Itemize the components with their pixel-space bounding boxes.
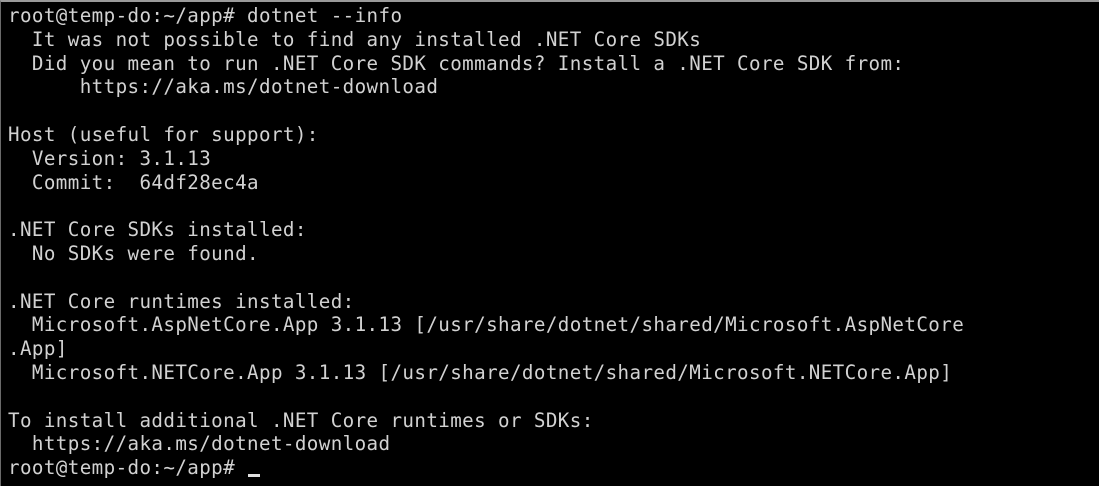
terminal-line: Microsoft.NETCore.App 3.1.13 [/usr/share… — [8, 360, 953, 384]
terminal-line: Version: 3.1.13 — [8, 146, 212, 170]
terminal-line: https://aka.ms/dotnet-download — [8, 432, 391, 456]
terminal-line: To install additional .NET Core runtimes… — [8, 408, 594, 432]
terminal-window[interactable]: root@temp-do:~/app# dotnet --info It was… — [0, 0, 1099, 486]
text-cursor — [248, 474, 261, 478]
terminal-line: .App] — [8, 337, 68, 361]
terminal-line: .NET Core SDKs installed: — [8, 218, 307, 242]
terminal-line: Microsoft.AspNetCore.App 3.1.13 [/usr/sh… — [8, 313, 965, 337]
terminal-line: Commit: 64df28ec4a — [8, 170, 259, 194]
terminal-line: https://aka.ms/dotnet-download — [8, 75, 439, 99]
terminal-line: It was not possible to find any installe… — [8, 27, 702, 51]
terminal-line: Did you mean to run .NET Core SDK comman… — [8, 51, 905, 75]
terminal-line: No SDKs were found. — [8, 241, 259, 265]
terminal-line: root@temp-do:~/app# dotnet --info — [8, 4, 403, 27]
prompt-line[interactable]: root@temp-do:~/app# — [8, 456, 1099, 480]
shell-prompt: root@temp-do:~/app# — [8, 456, 248, 480]
terminal-line: .NET Core runtimes installed: — [8, 289, 355, 313]
terminal-line: Host (useful for support): — [8, 122, 319, 146]
